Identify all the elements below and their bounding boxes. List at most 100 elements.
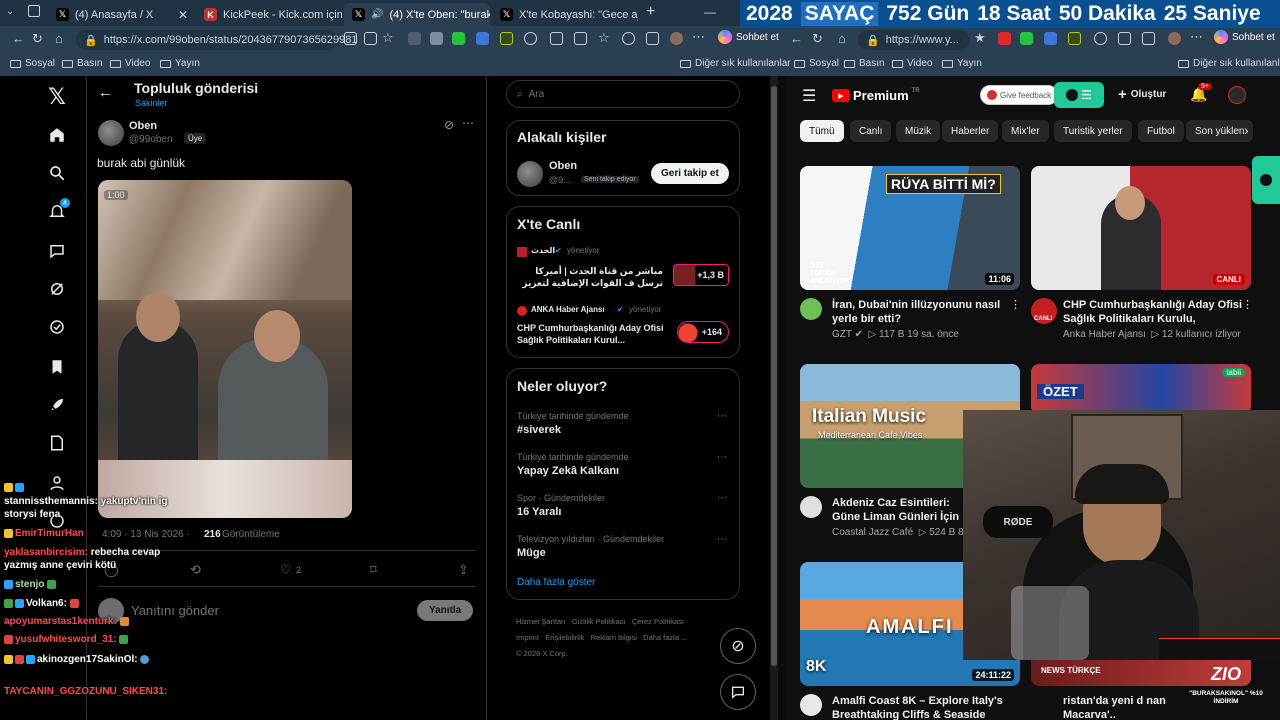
messages-float-icon[interactable] bbox=[720, 674, 756, 710]
author-name[interactable]: Oben bbox=[129, 120, 157, 132]
bookmark-sosyal[interactable]: Sosyal bbox=[794, 58, 839, 69]
video-thumbnail[interactable]: RÜYA BİTTİ Mİ? GZT · EDİTÖR ANLATIYOR 11… bbox=[800, 166, 1020, 290]
chip-football[interactable]: Futbol bbox=[1138, 120, 1184, 142]
trend-item[interactable]: Türkiye tarihinde gündemde Yapay Zekâ Ka… bbox=[517, 452, 727, 477]
footer-link[interactable]: Gizlilik Politikası bbox=[572, 617, 626, 626]
show-more-link[interactable]: Daha fazla göster bbox=[517, 577, 595, 588]
chat-user[interactable]: TAYCANIN_GGZOZUNU_SIKEN31: bbox=[4, 686, 167, 697]
chip-tourism[interactable]: Turistik yerler bbox=[1054, 120, 1132, 142]
chat-user[interactable]: Volkan6: bbox=[26, 598, 67, 609]
new-tab-icon[interactable]: + bbox=[646, 3, 655, 21]
reload-icon[interactable]: ↻ bbox=[32, 31, 43, 47]
reload-icon[interactable]: ↻ bbox=[812, 31, 823, 47]
wallet-icon[interactable] bbox=[622, 32, 635, 45]
video-thumbnail[interactable]: CANLI bbox=[1031, 166, 1251, 290]
chip-mixes[interactable]: Mix'ler bbox=[1002, 120, 1049, 142]
extension-icon[interactable] bbox=[500, 32, 513, 45]
tab-x-oben[interactable]: 𝕏 🔊 (4) X'te Oben: "burak abi g ✕ bbox=[344, 3, 490, 26]
follow-back-button[interactable]: Geri takip et bbox=[651, 163, 729, 184]
scroll-thumb[interactable] bbox=[771, 86, 777, 666]
workspaces-icon[interactable] bbox=[28, 5, 40, 17]
channel-avatar[interactable] bbox=[800, 298, 822, 320]
trend-item[interactable]: Televizyon yıldızları · Gündemdekiler Mü… bbox=[517, 534, 727, 559]
video-title[interactable]: Amalfi Coast 8K – Explore Italy's Breath… bbox=[832, 694, 1012, 720]
extension-icon[interactable] bbox=[998, 32, 1011, 45]
articles-icon[interactable] bbox=[40, 426, 74, 460]
read-aloud-icon[interactable] bbox=[364, 32, 377, 45]
bookmark-video[interactable]: Video bbox=[110, 58, 150, 69]
address-bar-left[interactable]: 🔒 https://x.com/99oben/status/2043677907… bbox=[76, 30, 358, 50]
translate-icon[interactable] bbox=[476, 32, 489, 45]
post-photo[interactable]: 1:00 bbox=[98, 180, 352, 518]
translate-icon[interactable] bbox=[1044, 32, 1057, 45]
more-icon[interactable]: ⋯ bbox=[717, 452, 727, 463]
grok-icon[interactable] bbox=[40, 272, 74, 306]
live-text[interactable]: مباشر من قناة الحدث | أميركا ترسل ف القو… bbox=[517, 265, 663, 291]
chat-user[interactable]: stannissthemannis: bbox=[4, 496, 98, 507]
bookmark-yayin[interactable]: Yayın bbox=[942, 58, 982, 69]
favorite-star-icon[interactable]: ☆ bbox=[382, 30, 394, 46]
footer-link[interactable]: Erişilebilirlik bbox=[545, 633, 584, 642]
refresh-ext-icon[interactable] bbox=[524, 32, 537, 45]
footer-link[interactable]: Çerez Politikası bbox=[632, 617, 684, 626]
channel-name[interactable]: Anka Haber Ajansı bbox=[1063, 329, 1146, 340]
chat-user[interactable]: stenjo bbox=[15, 579, 44, 590]
back-icon[interactable]: ← bbox=[790, 31, 803, 46]
more-icon[interactable]: ⋯ bbox=[1190, 29, 1203, 45]
bookmark-basin[interactable]: Basın bbox=[844, 58, 885, 69]
extension-icon[interactable] bbox=[408, 32, 421, 45]
chat-user[interactable]: yaklasanbircisim: bbox=[4, 547, 88, 558]
trend-item[interactable]: Türkiye tarihinde gündemde #siverek ⋯ bbox=[517, 411, 727, 436]
bookmark-sosyal[interactable]: Sosyal bbox=[10, 58, 55, 69]
more-icon[interactable]: ⋮ bbox=[1242, 298, 1253, 311]
reader-icon[interactable] bbox=[344, 32, 357, 45]
avatar[interactable] bbox=[670, 32, 683, 45]
channel-avatar[interactable]: CANLI bbox=[1031, 298, 1057, 324]
author-handle[interactable]: @99oben bbox=[129, 134, 173, 145]
youtube-logo[interactable]: ▶ Premium TR bbox=[832, 88, 920, 103]
messages-icon[interactable] bbox=[40, 234, 74, 268]
live-text[interactable]: CHP Cumhurbaşkanlığı Aday Ofisi Sağlık P… bbox=[517, 322, 667, 348]
chip-news[interactable]: Haberler bbox=[942, 120, 999, 142]
chip-all[interactable]: Tümü bbox=[800, 120, 844, 142]
related-name[interactable]: Oben bbox=[549, 160, 577, 172]
collections-icon[interactable] bbox=[574, 32, 587, 45]
home-icon[interactable]: ⌂ bbox=[838, 31, 846, 46]
back-arrow-icon[interactable]: ← bbox=[98, 84, 113, 101]
video-title[interactable]: CHP Cumhurbaşkanlığı Aday Ofisi Sağlık P… bbox=[1063, 298, 1243, 326]
search-icon[interactable] bbox=[40, 156, 74, 190]
share-icon[interactable]: ⇪ bbox=[458, 562, 469, 578]
close-icon[interactable]: ✕ bbox=[178, 8, 188, 22]
live-listener-count[interactable]: +164 bbox=[677, 321, 729, 343]
video-title[interactable]: ristan'da yeni d nan Macarva'.. bbox=[1063, 694, 1183, 720]
split-screen-icon[interactable] bbox=[550, 32, 563, 45]
favorite-star-icon[interactable]: ★ bbox=[974, 30, 986, 46]
home-icon[interactable]: ⌂ bbox=[55, 31, 63, 46]
downloads-icon[interactable] bbox=[646, 32, 659, 45]
more-icon[interactable]: ⋯ bbox=[692, 29, 705, 45]
copilot-button[interactable]: Sohbet et bbox=[1214, 30, 1275, 44]
bookmark-yayin[interactable]: Yayın bbox=[160, 58, 200, 69]
create-button[interactable]: + Oluştur bbox=[1118, 86, 1166, 103]
community-link[interactable]: Sakinler bbox=[135, 98, 168, 108]
notifications-icon[interactable]: 4 bbox=[40, 194, 74, 228]
side-extension-tab[interactable] bbox=[1252, 156, 1280, 204]
avatar[interactable] bbox=[517, 161, 543, 187]
tab-kickpeek[interactable]: K KickPeek - Kick.com için Gerçe ✕ bbox=[196, 3, 342, 26]
grok-icon[interactable]: ⊘ bbox=[444, 118, 454, 132]
bookmark-video[interactable]: Video bbox=[892, 58, 932, 69]
avatar[interactable] bbox=[98, 120, 124, 146]
live-listener-count[interactable]: +1,3 B bbox=[673, 264, 729, 286]
bookmark-basin[interactable]: Basın bbox=[62, 58, 103, 69]
menu-icon[interactable]: ☰ bbox=[802, 86, 816, 106]
more-icon[interactable]: ⋯ bbox=[717, 534, 727, 545]
avatar[interactable] bbox=[1168, 32, 1181, 45]
tab-menu-icon[interactable]: ⌄ bbox=[6, 6, 14, 17]
bookmark-other[interactable]: Diğer sık kullanılanlar bbox=[680, 58, 791, 69]
reply-button[interactable]: Yanıtla bbox=[417, 600, 474, 621]
search-input[interactable]: ⌕ Ara bbox=[506, 80, 740, 108]
chip-music[interactable]: Müzik bbox=[896, 120, 941, 142]
tab-x-home[interactable]: 𝕏 (4) Anasayfa / X ✕ bbox=[48, 3, 196, 26]
split-screen-icon[interactable] bbox=[1118, 32, 1131, 45]
bookmarks-icon[interactable] bbox=[40, 350, 74, 384]
